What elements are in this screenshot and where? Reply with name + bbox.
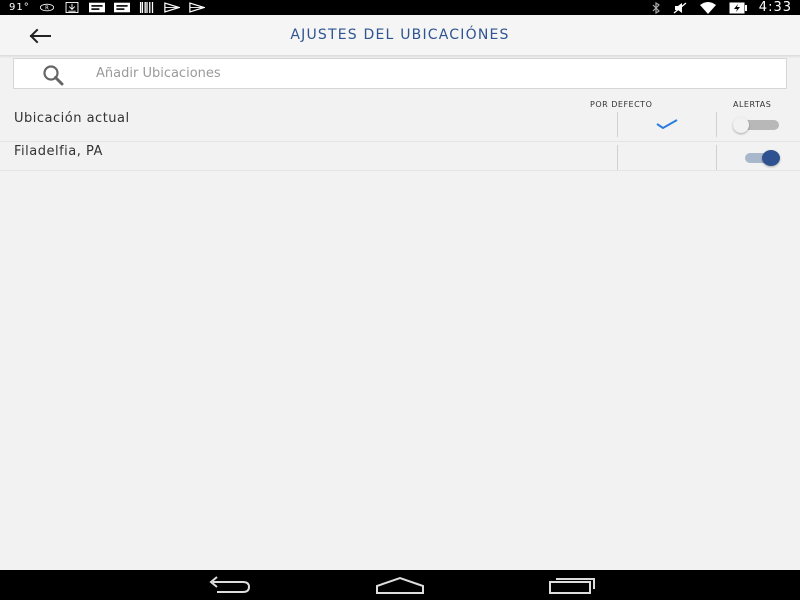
location-name: Ubicación actual [14,111,130,126]
mute-icon [673,2,687,13]
toggle-thumb [733,117,749,133]
clock-label: 4:33 [758,0,792,15]
message-icon [113,2,130,13]
navigation-bar [0,570,800,600]
default-checkbox[interactable] [618,109,716,139]
temperature-label: 91° [9,2,30,13]
toggle-thumb [762,150,780,166]
barcode-icon [139,2,153,13]
column-header-alerts: ALERTAS [733,100,772,109]
column-divider [716,145,717,170]
message-icon [88,2,105,13]
play-store-icon [164,2,180,13]
column-header-default: POR DEFECTO [590,100,653,109]
status-bar-left: 91° R [0,0,205,15]
battery-charging-icon [729,2,747,13]
location-name: Filadelfia, PA [14,144,103,159]
bluetooth-icon [652,1,660,14]
location-row-filadelfia: Filadelfia, PA [0,141,800,171]
home-icon [376,576,424,594]
registered-icon: R [39,3,54,12]
location-row-current: Ubicación actual [0,109,800,139]
column-divider [716,112,717,137]
alerts-toggle[interactable] [733,150,781,166]
default-checkbox[interactable] [618,142,716,172]
app-bar: AJUSTES DEL UBICACIÓNES [0,15,800,56]
download-icon [65,2,79,13]
search-icon[interactable] [42,64,64,86]
search-box[interactable] [13,58,787,89]
alerts-toggle[interactable] [733,117,781,133]
nav-recents-button[interactable] [548,575,596,595]
nav-back-button[interactable] [205,575,253,595]
page-title: AJUSTES DEL UBICACIÓNES [290,27,510,43]
svg-text:R: R [45,6,49,12]
search-input[interactable] [94,61,774,86]
nav-home-button[interactable] [375,575,425,595]
recents-icon [549,578,595,594]
check-icon [656,119,678,130]
status-bar-right: 4:33 [651,0,792,15]
wifi-icon [699,1,716,14]
back-icon [209,576,251,593]
status-bar: 91° R 4:33 [0,0,800,15]
play-store-icon [189,2,205,13]
